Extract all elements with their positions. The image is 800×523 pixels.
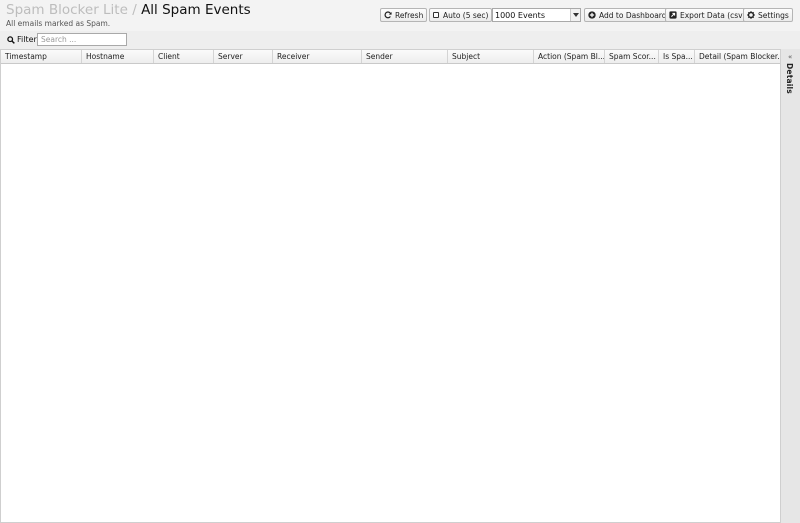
title-separator: /	[132, 2, 137, 18]
column-header-receiver[interactable]: Receiver	[273, 50, 362, 63]
events-grid: Timestamp Hostname Client Server Receive…	[0, 49, 780, 523]
export-icon	[669, 11, 677, 19]
column-header-hostname[interactable]: Hostname	[82, 50, 154, 63]
filter-label-text: Filter	[17, 35, 37, 44]
column-header-subject[interactable]: Subject	[448, 50, 534, 63]
settings-label: Settings	[758, 10, 789, 20]
page-header: Spam Blocker Lite / All Spam Events All …	[0, 0, 800, 31]
chevron-down-icon[interactable]	[570, 9, 580, 21]
column-header-spam-score[interactable]: Spam Scor...	[605, 50, 659, 63]
settings-button[interactable]: Settings	[743, 8, 793, 22]
column-header-detail[interactable]: Detail (Spam Blocker...	[695, 50, 780, 63]
export-data-button[interactable]: Export Data (csv)	[665, 8, 750, 22]
filter-search-input[interactable]	[37, 33, 127, 46]
auto-refresh-label: Auto (5 sec)	[443, 10, 489, 20]
column-header-is-spam[interactable]: Is Spa...	[659, 50, 695, 63]
gear-icon	[747, 11, 755, 19]
report-title: All Spam Events	[141, 2, 251, 18]
grid-header: Timestamp Hostname Client Server Receive…	[1, 50, 780, 64]
page-title: Spam Blocker Lite / All Spam Events	[6, 2, 251, 19]
export-data-label: Export Data (csv)	[680, 10, 746, 20]
page-subtitle: All emails marked as Spam.	[6, 19, 111, 28]
details-panel-toggle[interactable]: « Details	[780, 49, 800, 523]
add-to-dashboard-button[interactable]: Add to Dashboard	[584, 8, 671, 22]
column-header-action[interactable]: Action (Spam Bl...	[534, 50, 605, 63]
add-to-dashboard-label: Add to Dashboard	[599, 10, 667, 20]
details-panel-label: Details	[785, 63, 794, 94]
event-limit-select[interactable]: 1000 Events	[492, 8, 581, 22]
app-name[interactable]: Spam Blocker Lite	[6, 2, 128, 18]
column-header-sender[interactable]: Sender	[362, 50, 448, 63]
plus-circle-icon	[588, 11, 596, 19]
refresh-icon	[384, 11, 392, 19]
filter-label: Filter	[7, 35, 37, 44]
auto-refresh-toggle[interactable]: Auto (5 sec)	[429, 8, 493, 22]
column-header-timestamp[interactable]: Timestamp	[1, 50, 82, 63]
column-header-server[interactable]: Server	[214, 50, 273, 63]
collapse-icon[interactable]: «	[788, 53, 792, 61]
event-limit-value: 1000 Events	[495, 10, 545, 20]
refresh-label: Refresh	[395, 10, 424, 20]
column-header-client[interactable]: Client	[154, 50, 214, 63]
search-icon	[7, 35, 15, 44]
auto-refresh-checkbox[interactable]	[433, 12, 439, 18]
refresh-button[interactable]: Refresh	[380, 8, 428, 22]
